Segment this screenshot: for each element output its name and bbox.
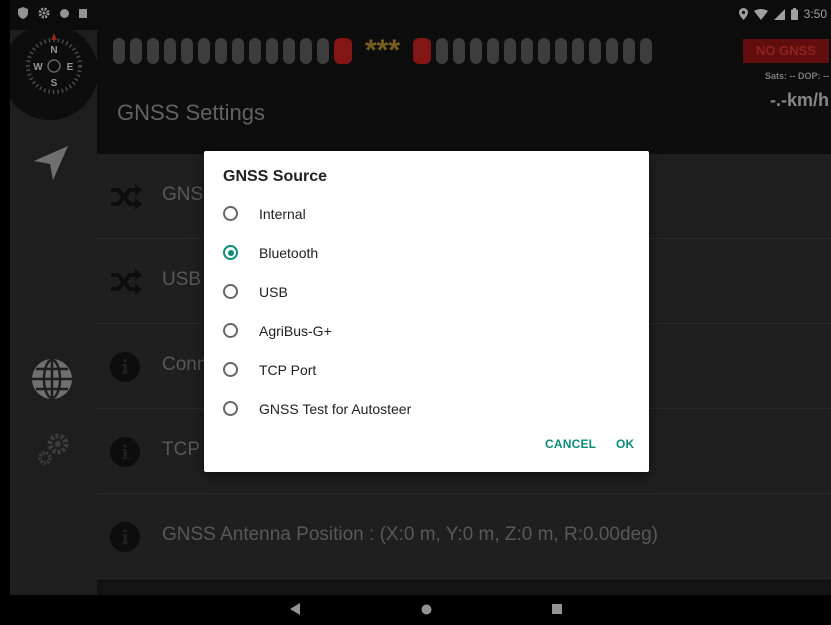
option-label: AgriBus-G+ (259, 322, 332, 339)
app-screen: 3:50 N S W E *** NO GNSS Sats: -- DOP: -… (10, 0, 831, 625)
option-tcp-port[interactable]: TCP Port (223, 350, 633, 389)
cancel-button[interactable]: CANCEL (545, 437, 596, 451)
radio-button[interactable] (223, 362, 238, 377)
option-gnss-test[interactable]: GNSS Test for Autosteer (223, 389, 633, 428)
option-internal[interactable]: Internal (223, 194, 633, 233)
option-label: Bluetooth (259, 244, 319, 261)
option-label: Internal (259, 205, 306, 222)
option-bluetooth[interactable]: Bluetooth (223, 233, 633, 272)
option-agribus[interactable]: AgriBus-G+ (223, 311, 633, 350)
radio-button[interactable] (223, 284, 238, 299)
radio-button[interactable] (223, 323, 238, 338)
radio-button[interactable] (223, 206, 238, 221)
radio-button-selected[interactable] (223, 245, 238, 260)
option-label: USB (259, 283, 288, 300)
gnss-source-dialog: GNSS Source Internal Bluetooth USB AgriB… (204, 151, 649, 472)
ok-button[interactable]: OK (616, 437, 634, 451)
radio-button[interactable] (223, 401, 238, 416)
option-label: TCP Port (259, 361, 317, 378)
dialog-title: GNSS Source (223, 168, 328, 185)
option-usb[interactable]: USB (223, 272, 633, 311)
option-label: GNSS Test for Autosteer (259, 400, 412, 417)
